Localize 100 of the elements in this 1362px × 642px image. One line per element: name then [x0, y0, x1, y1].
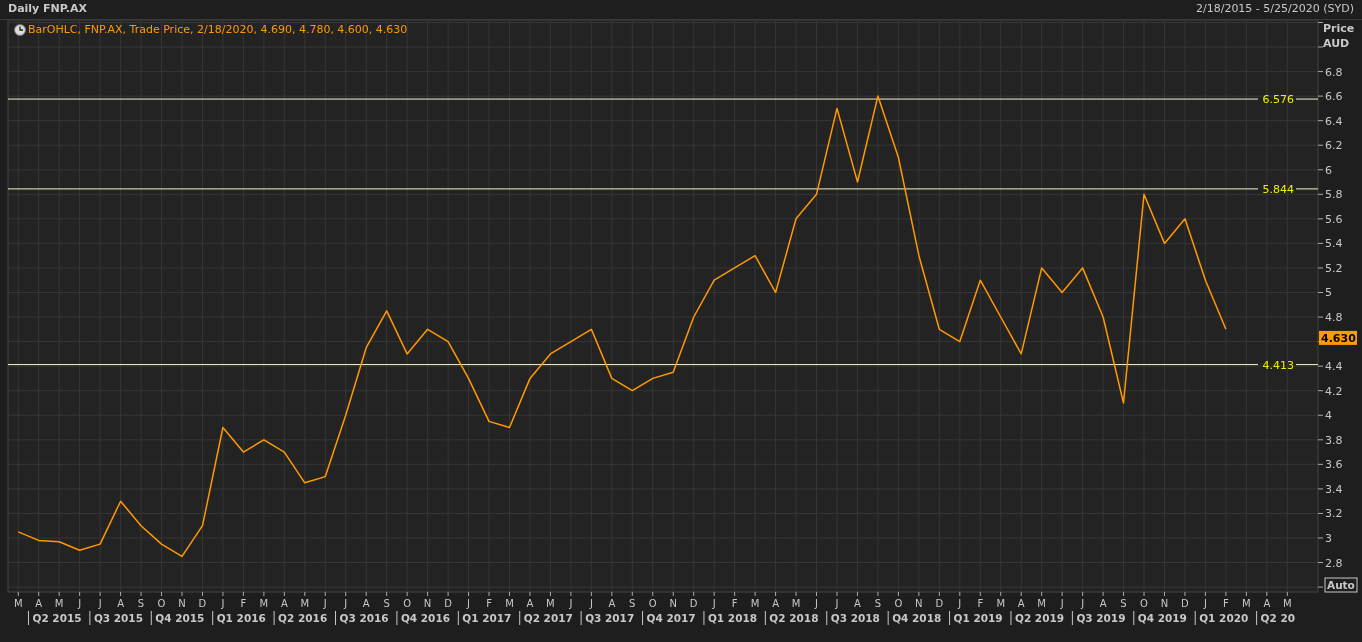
quarter-label: Q1 2017: [462, 612, 512, 624]
x-tick-label: N: [915, 598, 923, 609]
axis-unit: AUD: [1323, 37, 1350, 50]
x-tick-label: J: [815, 598, 818, 609]
y-tick-label: 5.8: [1325, 188, 1343, 202]
level-label: 5.844: [1262, 182, 1294, 196]
x-tick-label: A: [117, 598, 124, 609]
y-tick-label: 5.2: [1325, 261, 1343, 275]
quarter-label: Q3 2018: [830, 612, 880, 624]
x-tick-label: A: [1263, 598, 1271, 609]
y-tick-label: 3.6: [1325, 458, 1343, 472]
quarter-label: Q3 2019: [1076, 612, 1126, 624]
quarter-label: Q1 2018: [707, 612, 758, 624]
x-tick-label: J: [221, 598, 225, 609]
y-tick-label: 5.4: [1325, 237, 1343, 251]
x-tick-label: A: [1099, 598, 1107, 609]
y-tick-label: 4.2: [1325, 384, 1343, 398]
x-tick-label: D: [689, 598, 698, 609]
quarter-label: Q2 2017: [523, 612, 573, 624]
x-tick-label: O: [403, 598, 412, 609]
x-tick-label: O: [648, 598, 657, 609]
x-tick-label: J: [712, 598, 716, 609]
x-tick-label: A: [854, 598, 861, 609]
legend-text: BarOHLC, FNP.AX, Trade Price, 2/18/2020, 4.690, 4.780, 4.600, 4.630: [28, 22, 408, 38]
quarter-label: Q2 2015: [32, 612, 82, 624]
x-tick-label: J: [98, 598, 102, 609]
x-tick-label: A: [526, 598, 534, 609]
y-tick-label: 6.8: [1325, 65, 1343, 79]
x-tick-label: M: [1037, 598, 1046, 609]
last-price-tag: 4.630: [1319, 330, 1357, 345]
x-tick-label: A: [608, 598, 616, 609]
x-tick-label: F: [977, 598, 984, 609]
x-tick-label: J: [1060, 598, 1064, 609]
y-tick-label: 4.4: [1325, 360, 1343, 374]
quarter-label: Q4 2017: [646, 612, 696, 624]
x-tick-label: S: [874, 598, 882, 609]
x-tick-label: D: [444, 598, 452, 609]
y-tick-label: 5.6: [1325, 212, 1343, 226]
y-tick-label: 6.2: [1325, 139, 1343, 153]
x-tick-label: S: [1120, 598, 1127, 609]
x-tick-label: J: [835, 598, 839, 609]
x-tick-label: D: [935, 598, 944, 609]
date-range: 2/18/2015 - 5/25/2020 (SYD): [1195, 1, 1354, 18]
quarter-label: Q2 2018: [769, 612, 819, 624]
x-tick-label: A: [280, 598, 288, 609]
x-tick-label: N: [423, 598, 432, 609]
x-tick-label: N: [669, 598, 677, 609]
x-tick-label: S: [137, 598, 145, 609]
quarter-label: Q2 2016: [278, 612, 328, 624]
x-tick-label: J: [323, 598, 327, 609]
x-tick-label: A: [35, 598, 43, 609]
x-tick-label: J: [589, 598, 593, 609]
x-tick-label: M: [1283, 598, 1292, 609]
x-tick-label: J: [344, 598, 348, 609]
y-tick-label: 3.4: [1325, 482, 1343, 496]
quarter-label: Q3 2016: [339, 612, 389, 624]
x-tick-label: M: [750, 598, 760, 609]
x-tick-label: M: [13, 598, 23, 609]
quarter-label: Q4 2019: [1137, 612, 1187, 624]
chart-title: Daily FNP.AX: [8, 1, 88, 18]
x-tick-label: D: [198, 598, 207, 609]
x-tick-label: N: [178, 598, 186, 609]
quarter-label: Q4 2015: [155, 612, 205, 624]
x-tick-label: A: [1017, 598, 1025, 609]
quarter-label: Q4 2018: [892, 612, 942, 624]
x-tick-label: M: [259, 598, 269, 609]
x-tick-label: M: [791, 598, 801, 609]
x-tick-label: M: [1242, 598, 1251, 609]
quarter-label: Q1 2016: [216, 612, 266, 624]
x-tick-label: M: [546, 598, 555, 609]
quarter-label: Q1 2019: [953, 612, 1003, 624]
x-tick-label: O: [1140, 598, 1148, 609]
x-tick-label: J: [958, 598, 962, 609]
x-tick-label: M: [996, 598, 1006, 609]
x-tick-label: M: [505, 598, 514, 609]
x-tick-label: F: [1223, 598, 1229, 609]
quarter-label: Q2 2019: [1014, 612, 1065, 624]
y-tick-label: 3: [1325, 532, 1332, 545]
x-tick-label: A: [362, 598, 370, 609]
x-tick-label: O: [894, 598, 903, 609]
y-tick-label: 5: [1325, 286, 1332, 300]
x-tick-label: J: [1081, 598, 1085, 609]
y-tick-label: 3.8: [1325, 433, 1343, 447]
quarter-label: Q3 2015: [93, 612, 143, 624]
x-tick-label: S: [383, 598, 390, 609]
y-tick-label: 4.8: [1325, 311, 1343, 325]
x-tick-label: M: [54, 598, 64, 609]
level-label: 6.576: [1262, 93, 1294, 107]
x-tick-label: F: [240, 598, 247, 609]
quarter-label: Q1 2020: [1199, 612, 1249, 624]
x-tick-label: J: [1203, 598, 1207, 609]
x-tick-label: J: [569, 598, 573, 609]
x-tick-label: S: [629, 598, 636, 609]
quarter-label: Q4 2016: [400, 612, 451, 624]
level-label: 4.413: [1262, 358, 1294, 372]
x-tick-label: O: [157, 598, 166, 609]
x-tick-label: F: [486, 598, 492, 609]
quarter-label: Q3 2017: [585, 612, 635, 624]
x-tick-label: M: [300, 598, 310, 609]
x-tick-label: D: [1181, 598, 1189, 609]
